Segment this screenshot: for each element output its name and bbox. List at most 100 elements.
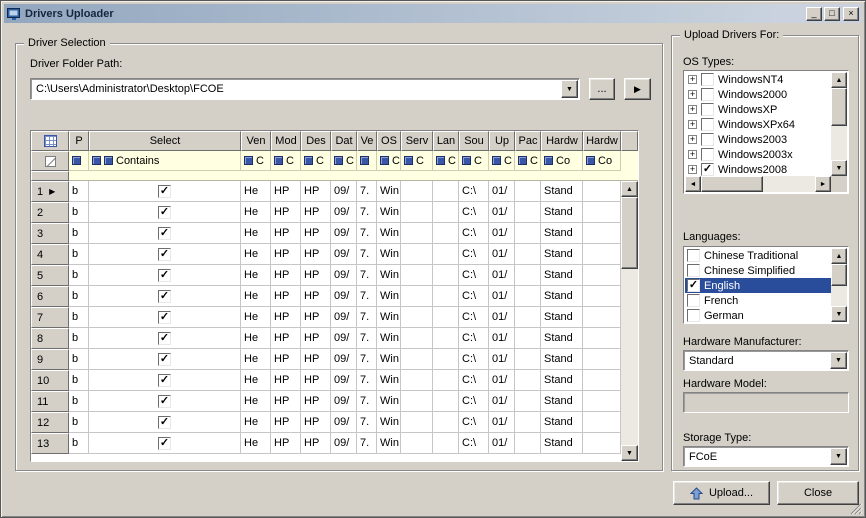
filter-cell-12[interactable]: C [489, 151, 515, 171]
row-checkbox[interactable]: ✓ [158, 227, 171, 240]
cell-hardw-15[interactable] [583, 349, 621, 370]
cell-mod-4[interactable]: HP [271, 265, 301, 286]
cell-up-12[interactable]: 01/ [489, 265, 515, 286]
cell-select[interactable]: ✓ [89, 202, 241, 223]
cell-serv-9[interactable] [401, 286, 433, 307]
cell-hardw-15[interactable] [583, 244, 621, 265]
cell-up-12[interactable]: 01/ [489, 370, 515, 391]
cell-os-8[interactable]: Win [377, 244, 401, 265]
maximize-button[interactable]: □ [824, 7, 840, 21]
scroll-thumb[interactable] [621, 197, 638, 269]
cell-select[interactable]: ✓ [89, 391, 241, 412]
cell-hardw-15[interactable] [583, 223, 621, 244]
expand-icon[interactable]: + [688, 105, 697, 114]
row-header[interactable]: 9 [31, 349, 69, 370]
scroll-thumb[interactable] [831, 264, 847, 286]
cell-ven-3[interactable]: He [241, 286, 271, 307]
tree-item-windowsnt4[interactable]: +WindowsNT4 [685, 72, 831, 87]
cell-p[interactable]: b [69, 244, 89, 265]
cell-lan-10[interactable] [433, 307, 459, 328]
cell-hardw-15[interactable] [583, 286, 621, 307]
cell-des-5[interactable]: HP [301, 391, 331, 412]
table-row[interactable]: 13b✓HeHPHP09/7.WinC:\01/Stand [31, 433, 621, 454]
language-item-chinese-traditional[interactable]: Chinese Traditional [685, 248, 831, 263]
cell-serv-9[interactable] [401, 391, 433, 412]
filter-cell-4[interactable]: C [271, 151, 301, 171]
scroll-track[interactable] [831, 88, 847, 160]
os-type-checkbox[interactable] [701, 133, 714, 146]
cell-pac-13[interactable] [515, 349, 541, 370]
cell-hardw-15[interactable] [583, 328, 621, 349]
expand-icon[interactable]: + [688, 90, 697, 99]
cell-sou-11[interactable]: C:\ [459, 328, 489, 349]
grid-vertical-scrollbar[interactable]: ▲ ▼ [621, 131, 638, 461]
cell-dat-6[interactable]: 09/ [331, 244, 357, 265]
filter-cell-11[interactable]: C [459, 151, 489, 171]
storage-type-combobox[interactable]: FCoE ▼ [683, 446, 849, 467]
cell-serv-9[interactable] [401, 307, 433, 328]
cell-dat-6[interactable]: 09/ [331, 223, 357, 244]
cell-des-5[interactable]: HP [301, 223, 331, 244]
cell-ve-7[interactable]: 7. [357, 328, 377, 349]
cell-ve-7[interactable]: 7. [357, 412, 377, 433]
cell-pac-13[interactable] [515, 286, 541, 307]
column-header-mod-4[interactable]: Mod [271, 131, 301, 151]
cell-sou-11[interactable]: C:\ [459, 370, 489, 391]
cell-p[interactable]: b [69, 370, 89, 391]
table-row[interactable]: 4b✓HeHPHP09/7.WinC:\01/Stand [31, 244, 621, 265]
folder-path-combobox[interactable]: C:\Users\Administrator\Desktop\FCOE ▼ [30, 78, 580, 100]
column-header-p-1[interactable]: P [69, 131, 89, 151]
scroll-down-button[interactable]: ▼ [831, 306, 847, 322]
cell-hardw-15[interactable] [583, 265, 621, 286]
cell-ve-7[interactable]: 7. [357, 265, 377, 286]
row-header[interactable]: 3 [31, 223, 69, 244]
cell-serv-9[interactable] [401, 349, 433, 370]
cell-p[interactable]: b [69, 265, 89, 286]
cell-hardw-15[interactable] [583, 412, 621, 433]
cell-pac-13[interactable] [515, 433, 541, 454]
scroll-thumb[interactable] [701, 176, 763, 192]
row-checkbox[interactable]: ✓ [158, 290, 171, 303]
cell-dat-6[interactable]: 09/ [331, 202, 357, 223]
cell-ven-3[interactable]: He [241, 391, 271, 412]
minimize-button[interactable]: _ [806, 7, 822, 21]
column-header-serv-9[interactable]: Serv [401, 131, 433, 151]
cell-os-8[interactable]: Win [377, 349, 401, 370]
cell-serv-9[interactable] [401, 202, 433, 223]
column-header-up-12[interactable]: Up [489, 131, 515, 151]
cell-ven-3[interactable]: He [241, 223, 271, 244]
cell-select[interactable]: ✓ [89, 349, 241, 370]
filter-cell-13[interactable]: C [515, 151, 541, 171]
cell-ve-7[interactable]: 7. [357, 349, 377, 370]
cell-lan-10[interactable] [433, 370, 459, 391]
column-header-select-2[interactable]: Select [89, 131, 241, 151]
cell-serv-9[interactable] [401, 433, 433, 454]
table-row[interactable]: 6b✓HeHPHP09/7.WinC:\01/Stand [31, 286, 621, 307]
cell-serv-9[interactable] [401, 412, 433, 433]
row-header[interactable]: 7 [31, 307, 69, 328]
cell-des-5[interactable]: HP [301, 202, 331, 223]
cell-des-5[interactable]: HP [301, 286, 331, 307]
cell-des-5[interactable]: HP [301, 181, 331, 202]
cell-ve-7[interactable]: 7. [357, 223, 377, 244]
cell-select[interactable]: ✓ [89, 223, 241, 244]
row-checkbox[interactable]: ✓ [158, 353, 171, 366]
table-row[interactable]: 7b✓HeHPHP09/7.WinC:\01/Stand [31, 307, 621, 328]
browse-button[interactable]: ... [589, 78, 615, 100]
cell-lan-10[interactable] [433, 244, 459, 265]
cell-mod-4[interactable]: HP [271, 202, 301, 223]
column-header-sou-11[interactable]: Sou [459, 131, 489, 151]
cell-sou-11[interactable]: C:\ [459, 223, 489, 244]
row-checkbox[interactable]: ✓ [158, 269, 171, 282]
os-types-tree[interactable]: +WindowsNT4+Windows2000+WindowsXP+Window… [683, 70, 849, 194]
tree-item-windows2003[interactable]: +Windows2003 [685, 132, 831, 147]
filter-cell-1[interactable] [69, 151, 89, 171]
cell-dat-6[interactable]: 09/ [331, 307, 357, 328]
cell-select[interactable]: ✓ [89, 181, 241, 202]
cell-lan-10[interactable] [433, 328, 459, 349]
cell-mod-4[interactable]: HP [271, 223, 301, 244]
cell-hardw-14[interactable]: Stand [541, 349, 583, 370]
row-header[interactable]: 5 [31, 265, 69, 286]
table-row[interactable]: 12b✓HeHPHP09/7.WinC:\01/Stand [31, 412, 621, 433]
cell-sou-11[interactable]: C:\ [459, 349, 489, 370]
